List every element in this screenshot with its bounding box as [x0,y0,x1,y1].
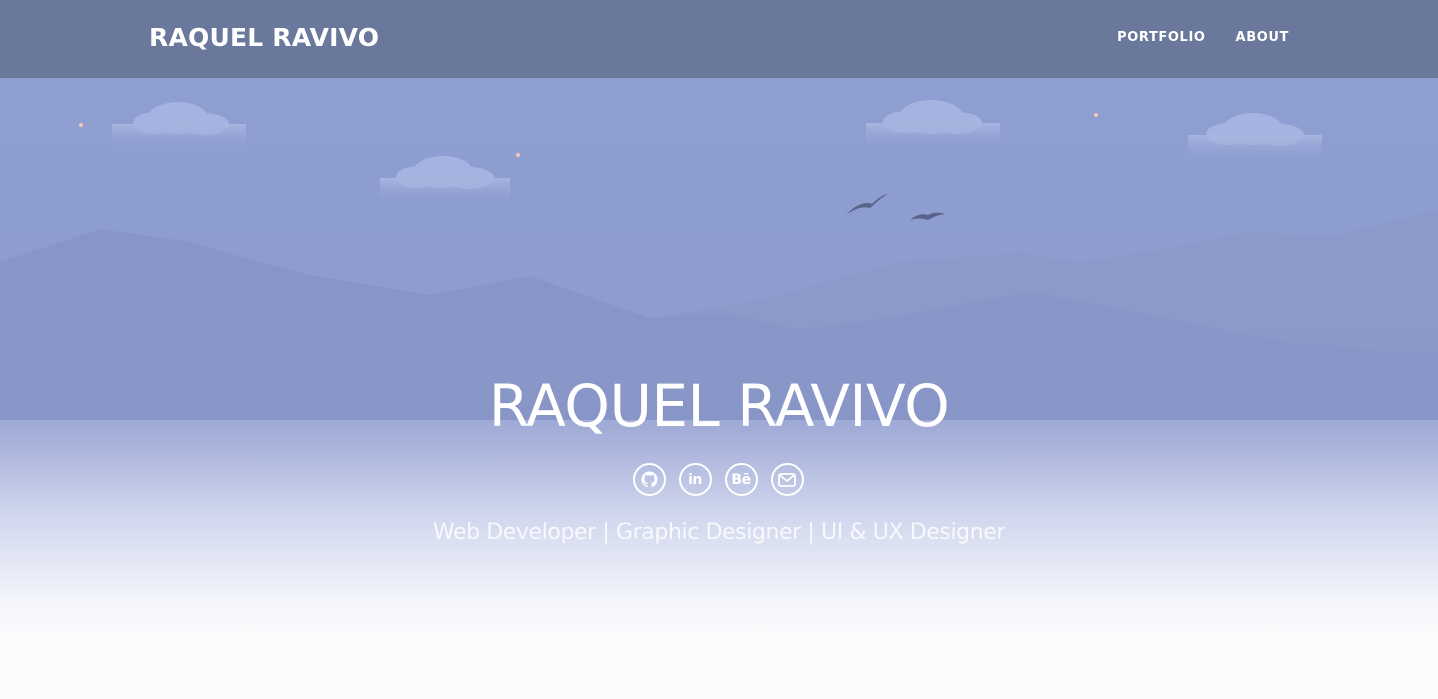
hero-background-scenery [0,71,1438,440]
github-icon [641,471,657,488]
cloud-1 [112,102,246,146]
email-button[interactable] [770,463,804,496]
cloud-3 [866,100,1000,145]
bird-icon [846,194,888,215]
linkedin-icon: in [688,471,702,488]
bird-icon [910,212,945,220]
page: RAQUEL RAVIVO PORTFOLIO ABOUT RAQUEL RAV… [0,0,1438,699]
behance-button[interactable]: Bē [724,463,758,496]
brand-logo[interactable]: RAQUEL RAVIVO [149,22,379,54]
nav-links: PORTFOLIO ABOUT [1117,29,1289,47]
cloud-2 [380,156,510,200]
hero-title: RAQUEL RAVIVO [488,372,950,440]
email-icon [778,472,796,487]
behance-icon: Bē [731,471,751,488]
cloud-4 [1188,113,1322,157]
hero-subtitle: Web Developer | Graphic Designer | UI & … [432,520,1006,545]
nav-link-portfolio[interactable]: PORTFOLIO [1117,29,1205,47]
linkedin-button[interactable]: in [678,463,712,496]
stars [79,71,1320,157]
navbar: RAQUEL RAVIVO PORTFOLIO ABOUT [0,0,1438,78]
github-button[interactable] [632,463,666,496]
nav-link-about[interactable]: ABOUT [1236,29,1289,47]
social-links: in Bē [0,463,1438,496]
